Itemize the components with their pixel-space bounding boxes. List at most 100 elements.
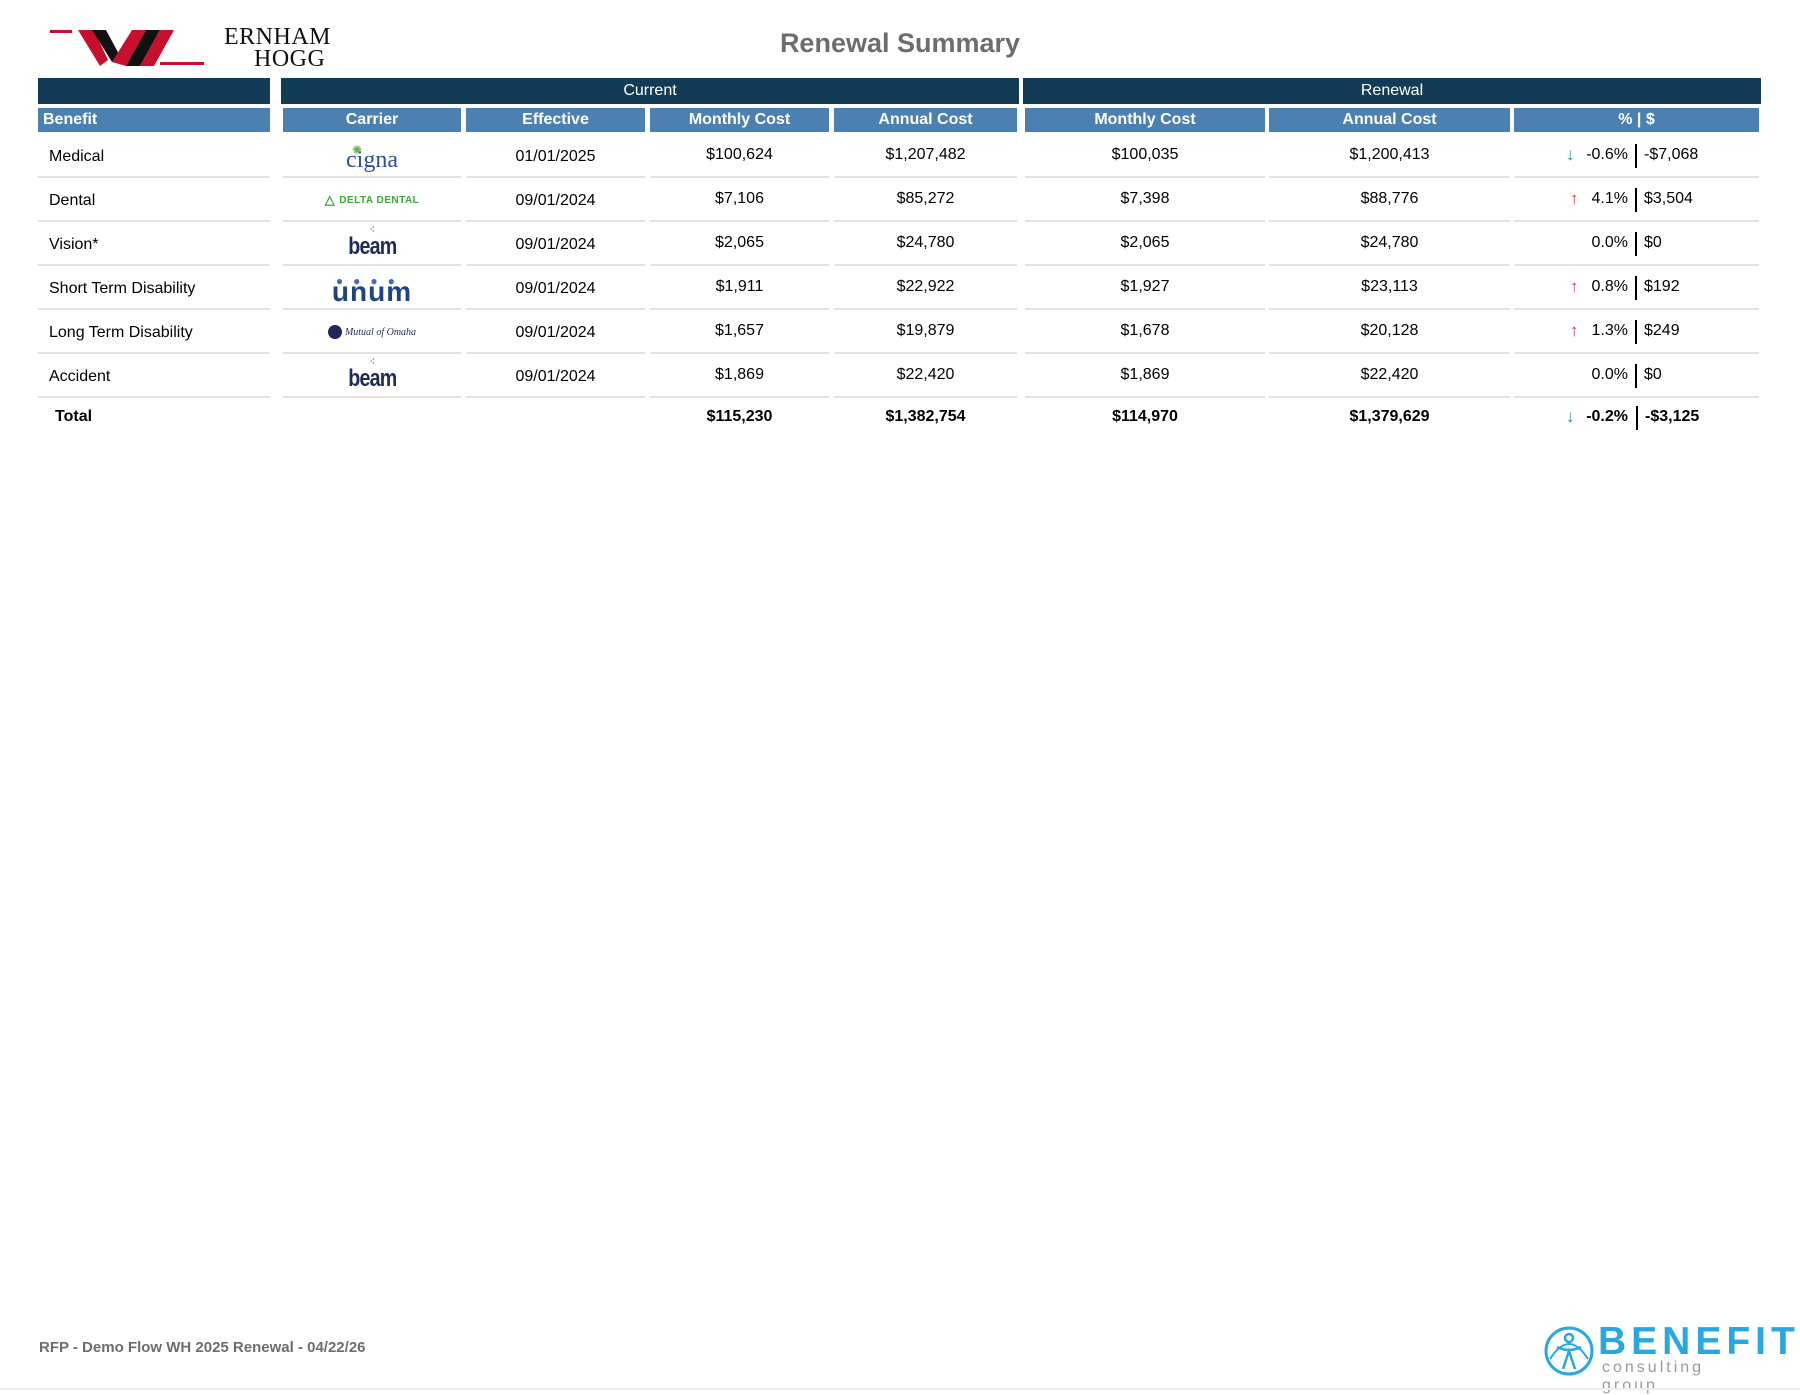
cigna-logo: ✺ cigna <box>283 140 461 172</box>
change-amount: $0 <box>1644 366 1662 383</box>
cell-carrier: ●●●● unum <box>283 266 461 310</box>
header-effective: Effective <box>466 108 645 132</box>
arrow-up-icon: ↑ <box>1570 277 1579 296</box>
cell-renewal-monthly-text: $2,065 <box>1120 234 1170 251</box>
cell-current-monthly: $1,657 <box>650 310 829 354</box>
header-renewal-monthly: Monthly Cost <box>1025 108 1265 132</box>
cell-effective-text: 09/01/2024 <box>515 368 596 385</box>
change-value: 0.0% $0 <box>1514 232 1759 256</box>
cell-renewal-monthly-text: $100,035 <box>1111 146 1179 163</box>
cell-renewal-annual: $1,200,413 <box>1269 134 1510 178</box>
cell-renewal-monthly: $1,869 <box>1025 354 1265 398</box>
delta-triangle-icon: △ <box>324 192 336 207</box>
cell-renewal-monthly: $100,035 <box>1025 134 1265 178</box>
cell-benefit-text: Accident <box>49 368 111 385</box>
cell-current-annual: $22,922 <box>834 266 1017 310</box>
cell-current-monthly: $7,106 <box>650 178 829 222</box>
cell-current-monthly-text: $1,657 <box>715 322 764 339</box>
cell-benefit: Short Term Disability <box>38 266 270 310</box>
bcg-mark-icon <box>1544 1326 1594 1376</box>
cell-benefit-text: Dental <box>49 192 96 209</box>
cell-renewal-annual-text: $1,200,413 <box>1349 146 1430 163</box>
cell-current-monthly: $1,869 <box>650 354 829 398</box>
unum-wordmark: ●●●● unum <box>332 271 412 306</box>
change-pct: 4.1% <box>1591 190 1628 207</box>
cell-effective: 01/01/2025 <box>466 134 645 178</box>
total-change-pct: -0.2% <box>1586 408 1628 425</box>
mutual-of-omaha-text: Mutual of Omaha <box>344 326 417 338</box>
cell-current-annual: $85,272 <box>834 178 1017 222</box>
total-renewal-annual: $1,379,629 <box>1349 408 1430 425</box>
cell-current-monthly-text: $1,911 <box>715 278 764 295</box>
header-benefit: Benefit <box>38 108 270 132</box>
cell-change: ↑ 0.8% $192 <box>1514 266 1759 310</box>
page-title: Renewal Summary <box>779 28 1021 58</box>
beam-text: beam <box>347 233 397 260</box>
mutual-of-omaha-logo: Mutual of Omaha <box>283 316 461 348</box>
footer-caption: RFP - Demo Flow WH 2025 Renewal - 04/22/… <box>39 1339 366 1356</box>
change-amount: $0 <box>1644 234 1662 251</box>
cell-renewal-annual: $24,780 <box>1269 222 1510 266</box>
cell-current-annual-text: $19,879 <box>896 322 955 339</box>
change-value: ↓ -0.6% -$7,068 <box>1514 144 1759 168</box>
cell-effective-text: 09/01/2024 <box>515 324 596 341</box>
arrow-up-icon: ↑ <box>1570 321 1579 340</box>
change-divider <box>1636 406 1638 430</box>
header-current-monthly: Monthly Cost <box>650 108 829 132</box>
cell-benefit-text: Short Term Disability <box>49 280 196 297</box>
change-pct: 0.8% <box>1591 278 1628 295</box>
cell-current-annual: $19,879 <box>834 310 1017 354</box>
change-value: ↑ 4.1% $3,504 <box>1514 188 1759 212</box>
beam-dots-icon: ⁖ <box>369 224 374 236</box>
table-row: Short Term Disability ●●●● unum 09/01/2024 $… <box>0 266 1800 310</box>
cell-renewal-monthly: $1,678 <box>1025 310 1265 354</box>
cell-renewal-monthly: $7,398 <box>1025 178 1265 222</box>
header-current-annual: Annual Cost <box>834 108 1017 132</box>
arrow-down-icon: ↓ <box>1566 145 1575 164</box>
beam-logo: ⁖ beam <box>283 356 461 392</box>
cell-effective: 09/01/2024 <box>466 222 645 266</box>
cell-renewal-monthly-text: $1,869 <box>1120 366 1170 383</box>
beam-dots-icon: ⁖ <box>369 356 374 368</box>
table-row: Vision* ⁖ beam 09/01/2024 $2,065 $24,780 $2,06… <box>0 222 1800 266</box>
cell-benefit: Medical <box>38 134 270 178</box>
change-divider <box>1635 144 1637 168</box>
header-change: % | $ <box>1514 108 1759 132</box>
cell-benefit-text: Vision* <box>49 236 99 253</box>
cell-renewal-monthly: $1,927 <box>1025 266 1265 310</box>
cell-change: 0.0% $0 <box>1514 354 1759 398</box>
cell-current-annual: $24,780 <box>834 222 1017 266</box>
beam-text: beam <box>347 365 397 392</box>
cell-current-annual-text: $22,922 <box>896 278 955 295</box>
cell-effective: 09/01/2024 <box>466 178 645 222</box>
cell-renewal-annual: $88,776 <box>1269 178 1510 222</box>
delta-dental-logo: △ DELTA DENTAL <box>283 184 461 216</box>
header-carrier: Carrier <box>283 108 461 132</box>
band-current: Current <box>281 78 1019 104</box>
arrow-down-icon: ↓ <box>1566 407 1575 426</box>
cigna-tree-icon: ✺ <box>352 143 362 157</box>
cell-current-annual-text: $22,420 <box>896 366 955 383</box>
cell-current-monthly: $100,624 <box>650 134 829 178</box>
band-renewal: Renewal <box>1023 78 1761 104</box>
cell-renewal-monthly: $2,065 <box>1025 222 1265 266</box>
cell-renewal-monthly-text: $7,398 <box>1120 190 1170 207</box>
cell-benefit: Accident <box>38 354 270 398</box>
cell-renewal-monthly-text: $1,678 <box>1120 322 1170 339</box>
change-divider <box>1635 364 1637 388</box>
total-row: Total $115,230 $1,382,754 $114,970 $1,37… <box>0 398 1800 438</box>
cell-renewal-annual-text: $23,113 <box>1361 278 1418 295</box>
table-row: Dental △ DELTA DENTAL 09/01/2024 $7,106 $85,2… <box>0 178 1800 222</box>
cell-renewal-annual: $22,420 <box>1269 354 1510 398</box>
cell-current-monthly-text: $2,065 <box>715 234 764 251</box>
change-amount: $249 <box>1644 322 1680 339</box>
total-renewal-monthly: $114,970 <box>1112 408 1178 425</box>
change-pct: -0.6% <box>1586 146 1628 163</box>
change-pct: 0.0% <box>1591 366 1628 383</box>
cell-effective-text: 09/01/2024 <box>515 280 596 297</box>
cell-carrier: △ DELTA DENTAL <box>283 178 461 222</box>
cell-carrier: ⁖ beam <box>283 354 461 398</box>
change-amount: -$7,068 <box>1644 146 1699 163</box>
cell-carrier: ⁖ beam <box>283 222 461 266</box>
cell-benefit-text: Medical <box>49 148 105 165</box>
